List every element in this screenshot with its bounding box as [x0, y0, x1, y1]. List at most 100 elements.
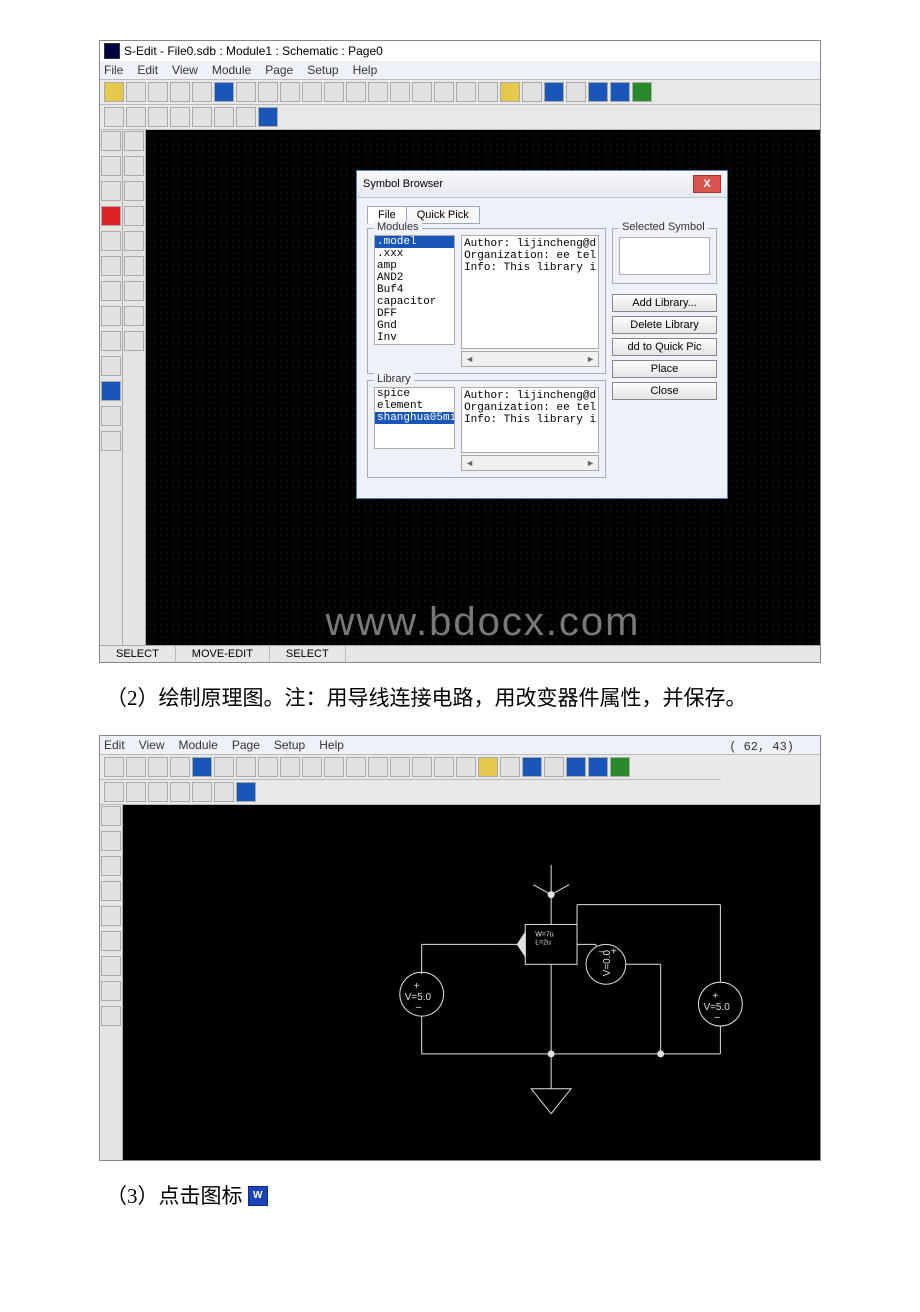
search-icon[interactable] [390, 82, 410, 102]
menu-item[interactable]: Module [212, 63, 251, 77]
view-icon[interactable] [346, 82, 366, 102]
port-r-icon[interactable] [101, 231, 121, 251]
s2-slash-d-icon[interactable] [101, 981, 121, 1001]
redo-icon[interactable] [258, 82, 278, 102]
menu-bar-2[interactable]: EditViewModulePageSetupHelp( 62, 43) [100, 736, 820, 755]
print-icon[interactable] [170, 82, 190, 102]
s2-e-icon[interactable] [478, 757, 498, 777]
tool-f-icon[interactable] [522, 82, 542, 102]
open-icon[interactable] [126, 82, 146, 102]
diamond-icon[interactable] [101, 281, 121, 301]
left-tool-palette-a[interactable] [100, 130, 123, 645]
tool-e-icon[interactable] [500, 82, 520, 102]
s2-b-icon[interactable] [412, 757, 432, 777]
s2-preview-icon[interactable] [170, 757, 190, 777]
s2-bracket-icon[interactable] [101, 881, 121, 901]
t2-h[interactable] [258, 107, 278, 127]
tool-h-icon[interactable] [566, 82, 586, 102]
t2-a[interactable] [104, 107, 124, 127]
dialog-titlebar[interactable]: Symbol Browser X [357, 171, 727, 198]
s2b-e[interactable] [192, 782, 212, 802]
undo-icon[interactable] [236, 82, 256, 102]
slash-u-icon[interactable] [124, 331, 144, 351]
schematic-canvas-2[interactable]: + V=5.0 – + V=5.0 – – V=0.0 + W=7u L=2u [123, 805, 820, 1160]
menu-item[interactable]: Edit [104, 738, 125, 752]
s2b-d[interactable] [170, 782, 190, 802]
menu-item[interactable]: Edit [137, 63, 158, 77]
s2b-g[interactable] [236, 782, 256, 802]
list-item[interactable]: Buf4 [375, 284, 454, 296]
s2-arc-icon[interactable] [101, 856, 121, 876]
library-listbox[interactable]: spiceelementshanghua05mixlib [374, 387, 455, 449]
s2-rect-icon[interactable] [101, 806, 121, 826]
rect-icon[interactable] [101, 331, 121, 351]
circle-icon[interactable] [124, 156, 144, 176]
s2-c2-icon[interactable] [280, 757, 300, 777]
layer-icon[interactable] [101, 381, 121, 401]
toolbar-2a[interactable] [100, 755, 721, 780]
s2-step-icon[interactable] [101, 956, 121, 976]
s2-save-icon[interactable] [126, 757, 146, 777]
rect2-icon[interactable] [124, 131, 144, 151]
t2-e[interactable] [192, 107, 212, 127]
menu-item[interactable]: Setup [307, 63, 338, 77]
box-tool-icon[interactable] [101, 306, 121, 326]
tri-down-icon[interactable] [124, 256, 144, 276]
tool-i-icon[interactable] [632, 82, 652, 102]
menu-item[interactable]: Module [178, 738, 217, 752]
menu-item[interactable]: File [104, 63, 123, 77]
toolbar-row-2[interactable] [100, 105, 820, 130]
place-button[interactable]: Place [612, 360, 717, 378]
s2-v-icon[interactable] [324, 757, 344, 777]
preview-icon[interactable] [192, 82, 212, 102]
s2-w-icon[interactable] [566, 757, 586, 777]
s2-cut-icon[interactable] [258, 757, 278, 777]
s2b-b[interactable] [126, 782, 146, 802]
paint-icon[interactable] [101, 431, 121, 451]
save-icon[interactable] [148, 82, 168, 102]
s2-d-icon[interactable] [456, 757, 476, 777]
list-item[interactable]: spice [375, 388, 454, 400]
s2-h-icon[interactable] [544, 757, 564, 777]
delete-library-button[interactable]: Delete Library [612, 316, 717, 334]
s2b-f[interactable] [214, 782, 234, 802]
tri-up-icon[interactable] [124, 231, 144, 251]
s2-open-icon[interactable] [104, 757, 124, 777]
bracket-icon[interactable] [124, 206, 144, 226]
wave-w-icon[interactable] [588, 82, 608, 102]
s2-circle-icon[interactable] [101, 831, 121, 851]
close-icon[interactable]: X [693, 175, 721, 193]
port-l-icon[interactable] [101, 256, 121, 276]
s2b-a[interactable] [104, 782, 124, 802]
list-item[interactable]: Gnd [375, 320, 454, 332]
s2-redo-icon[interactable] [236, 757, 256, 777]
list-item[interactable]: DFF [375, 308, 454, 320]
polytext-icon[interactable] [101, 356, 121, 376]
s2-g-icon[interactable] [522, 757, 542, 777]
arc-icon[interactable] [124, 181, 144, 201]
cut-icon[interactable] [280, 82, 300, 102]
t2-d[interactable] [170, 107, 190, 127]
zoom-icon[interactable] [368, 82, 388, 102]
s2-z-icon[interactable] [346, 757, 366, 777]
list-item[interactable]: .model [375, 236, 454, 248]
s2-print-icon[interactable] [148, 757, 168, 777]
add-library-button[interactable]: Add Library... [612, 294, 717, 312]
t2-g[interactable] [236, 107, 256, 127]
schematic-canvas-1[interactable]: www.bdocx.com Symbol Browser X File Quic… [146, 130, 820, 645]
s2-s-icon[interactable] [368, 757, 388, 777]
menu-item[interactable]: View [172, 63, 198, 77]
tool-b-icon[interactable] [434, 82, 454, 102]
paste-icon[interactable] [324, 82, 344, 102]
wave-v-icon[interactable] [610, 82, 630, 102]
step-icon[interactable] [124, 281, 144, 301]
t2-c[interactable] [148, 107, 168, 127]
s2b-c[interactable] [148, 782, 168, 802]
copy-icon[interactable] [214, 82, 234, 102]
copy2-icon[interactable] [302, 82, 322, 102]
tool-d-icon[interactable] [478, 82, 498, 102]
modules-listbox[interactable]: .model.xxxampAND2Buf4capacitorDFFGndInvN… [374, 235, 455, 345]
wire-tool-icon[interactable] [101, 181, 121, 201]
sig-icon[interactable] [101, 406, 121, 426]
dot-tool-icon[interactable] [101, 206, 121, 226]
